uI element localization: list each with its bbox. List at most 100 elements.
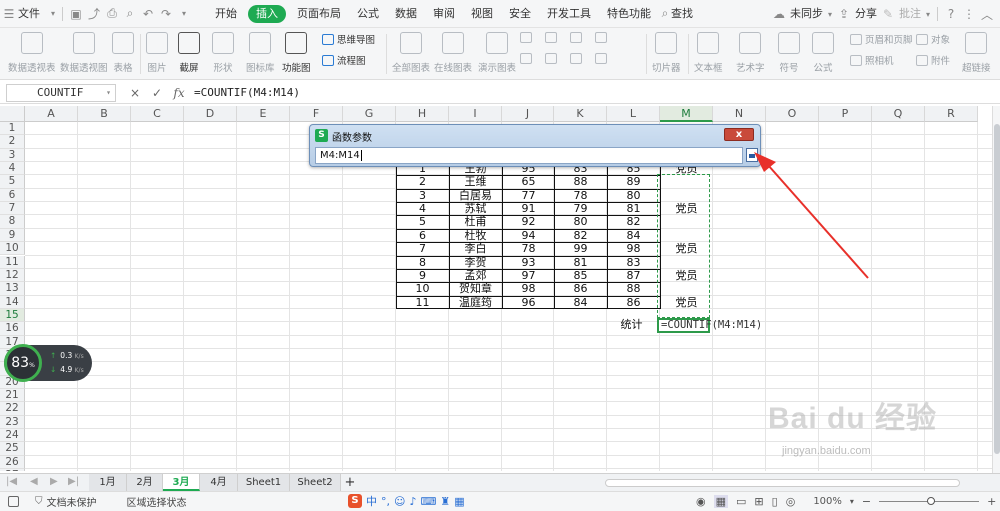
- hyperlink-button[interactable]: 超链接: [962, 30, 991, 74]
- table-cell[interactable]: 白居易: [449, 189, 502, 202]
- horizontal-scrollbar[interactable]: [605, 479, 960, 487]
- print-icon[interactable]: ⎙: [103, 0, 121, 28]
- tab-features[interactable]: 特色功能: [599, 0, 659, 28]
- zoom-out-icon[interactable]: −: [862, 495, 871, 508]
- table-cell[interactable]: 3: [396, 189, 449, 202]
- table-cell[interactable]: 80: [607, 189, 660, 202]
- sync-status[interactable]: 未同步: [788, 0, 825, 28]
- row-header-8[interactable]: 8: [0, 215, 25, 229]
- punctuation-icon[interactable]: °,: [381, 495, 390, 508]
- protect-status[interactable]: ⛉ 文档未保护: [27, 494, 105, 509]
- more-icon[interactable]: ⋮: [960, 0, 978, 28]
- flowchart-button[interactable]: 流程图: [322, 53, 366, 67]
- search-button[interactable]: 查找: [671, 0, 701, 28]
- cancel-icon[interactable]: ×: [126, 84, 144, 102]
- table-cell[interactable]: 王维: [449, 175, 502, 188]
- table-cell[interactable]: 杜甫: [449, 215, 502, 228]
- comment-button[interactable]: 批注: [897, 0, 923, 28]
- redo-icon[interactable]: ↷: [157, 0, 175, 28]
- row-header-23[interactable]: 23: [0, 415, 25, 430]
- tab-formulas[interactable]: 公式: [349, 0, 387, 28]
- row-header-25[interactable]: 25: [0, 442, 25, 456]
- undo-icon[interactable]: ↶: [139, 0, 157, 28]
- table-cell[interactable]: 78: [502, 242, 555, 255]
- normal-view-icon[interactable]: ▦: [713, 494, 729, 508]
- column-chart-button[interactable]: [520, 53, 532, 64]
- table-cell[interactable]: 83: [607, 256, 660, 269]
- doc-status[interactable]: [0, 496, 27, 507]
- pivot-chart-button[interactable]: 数据透视图: [60, 30, 108, 74]
- column-header-m[interactable]: M: [660, 106, 713, 122]
- pie-chart-button[interactable]: [570, 32, 582, 43]
- table-cell[interactable]: 李白: [449, 242, 502, 255]
- table-cell[interactable]: 李贺: [449, 256, 502, 269]
- row-header-3[interactable]: 3: [0, 148, 25, 163]
- row-header-5[interactable]: 5: [0, 175, 25, 189]
- table-cell[interactable]: 65: [502, 175, 555, 188]
- collapse-ribbon-icon[interactable]: ︿: [978, 0, 996, 28]
- sheet-tab-jan[interactable]: 1月: [89, 474, 127, 491]
- table-cell[interactable]: 96: [502, 296, 555, 309]
- select-all-corner[interactable]: [0, 106, 25, 122]
- line-chart-button[interactable]: [545, 32, 557, 43]
- other-chart-button[interactable]: [595, 53, 607, 64]
- eye-icon[interactable]: ◎: [786, 495, 796, 508]
- all-charts-button[interactable]: 全部图表: [392, 30, 430, 74]
- row-header-9[interactable]: 9: [0, 228, 25, 243]
- column-header-q[interactable]: Q: [872, 106, 925, 122]
- tab-view[interactable]: 视图: [463, 0, 501, 28]
- table-cell[interactable]: 89: [607, 175, 660, 188]
- mindmap-button[interactable]: 思维导图: [322, 32, 375, 46]
- preview-icon[interactable]: ⌕: [121, 0, 139, 28]
- screenshot-button[interactable]: 截屏: [178, 30, 200, 74]
- column-header-e[interactable]: E: [237, 106, 290, 122]
- zoom-in-icon[interactable]: +: [987, 495, 996, 508]
- row-header-24[interactable]: 24: [0, 429, 25, 443]
- table-cell[interactable]: 94: [502, 229, 555, 242]
- sogou-logo-icon[interactable]: S: [348, 494, 362, 508]
- export-icon[interactable]: ⤴: [85, 0, 103, 28]
- table-cell[interactable]: 5: [396, 215, 449, 228]
- confirm-icon[interactable]: ✓: [148, 84, 166, 102]
- attachment-button[interactable]: 附件: [916, 53, 950, 67]
- formula-button[interactable]: 公式: [812, 30, 834, 74]
- row-header-21[interactable]: 21: [0, 389, 25, 403]
- table-cell[interactable]: 10: [396, 282, 449, 295]
- column-header-k[interactable]: K: [554, 106, 607, 122]
- tab-insert[interactable]: 插入: [248, 4, 286, 23]
- column-header-o[interactable]: O: [766, 106, 819, 122]
- table-cell[interactable]: 82: [554, 229, 607, 242]
- table-cell[interactable]: 85: [554, 269, 607, 282]
- column-header-a[interactable]: A: [25, 106, 78, 122]
- chevron-down-icon[interactable]: ▾: [923, 0, 933, 28]
- skin-icon[interactable]: ♜: [440, 495, 450, 508]
- function-icon[interactable]: fx: [170, 84, 188, 102]
- add-sheet-button[interactable]: +: [341, 474, 359, 491]
- table-cell[interactable]: 苏轼: [449, 202, 502, 215]
- table-cell[interactable]: 82: [607, 215, 660, 228]
- symbol-button[interactable]: 符号: [778, 30, 800, 74]
- table-cell[interactable]: 84: [607, 229, 660, 242]
- page-layout-icon[interactable]: ▭: [736, 495, 746, 508]
- row-header-14[interactable]: 14: [0, 295, 25, 309]
- help-icon[interactable]: ?: [942, 0, 960, 28]
- function-chart-button[interactable]: 功能图: [282, 30, 311, 74]
- column-header-r[interactable]: R: [925, 106, 978, 122]
- share-button[interactable]: 分享: [853, 0, 879, 28]
- table-cell[interactable]: 78: [554, 189, 607, 202]
- art-text-button[interactable]: 艺术字: [736, 30, 765, 74]
- object-button[interactable]: 对象: [916, 32, 950, 46]
- microphone-icon[interactable]: ♪: [409, 495, 416, 508]
- table-cell[interactable]: 温庭筠: [449, 296, 502, 309]
- table-button[interactable]: 表格: [112, 30, 134, 74]
- tab-security[interactable]: 安全: [501, 0, 539, 28]
- row-header-15[interactable]: 15: [0, 308, 25, 323]
- table-cell[interactable]: 77: [502, 189, 555, 202]
- column-header-l[interactable]: L: [607, 106, 660, 122]
- tab-page-layout[interactable]: 页面布局: [289, 0, 349, 28]
- table-cell[interactable]: 79: [554, 202, 607, 215]
- sheet-tab-feb[interactable]: 2月: [127, 474, 163, 491]
- row-header-27[interactable]: 27: [0, 469, 25, 471]
- menu-file[interactable]: 文件: [18, 0, 48, 28]
- chevron-down-icon[interactable]: ▾: [850, 497, 854, 506]
